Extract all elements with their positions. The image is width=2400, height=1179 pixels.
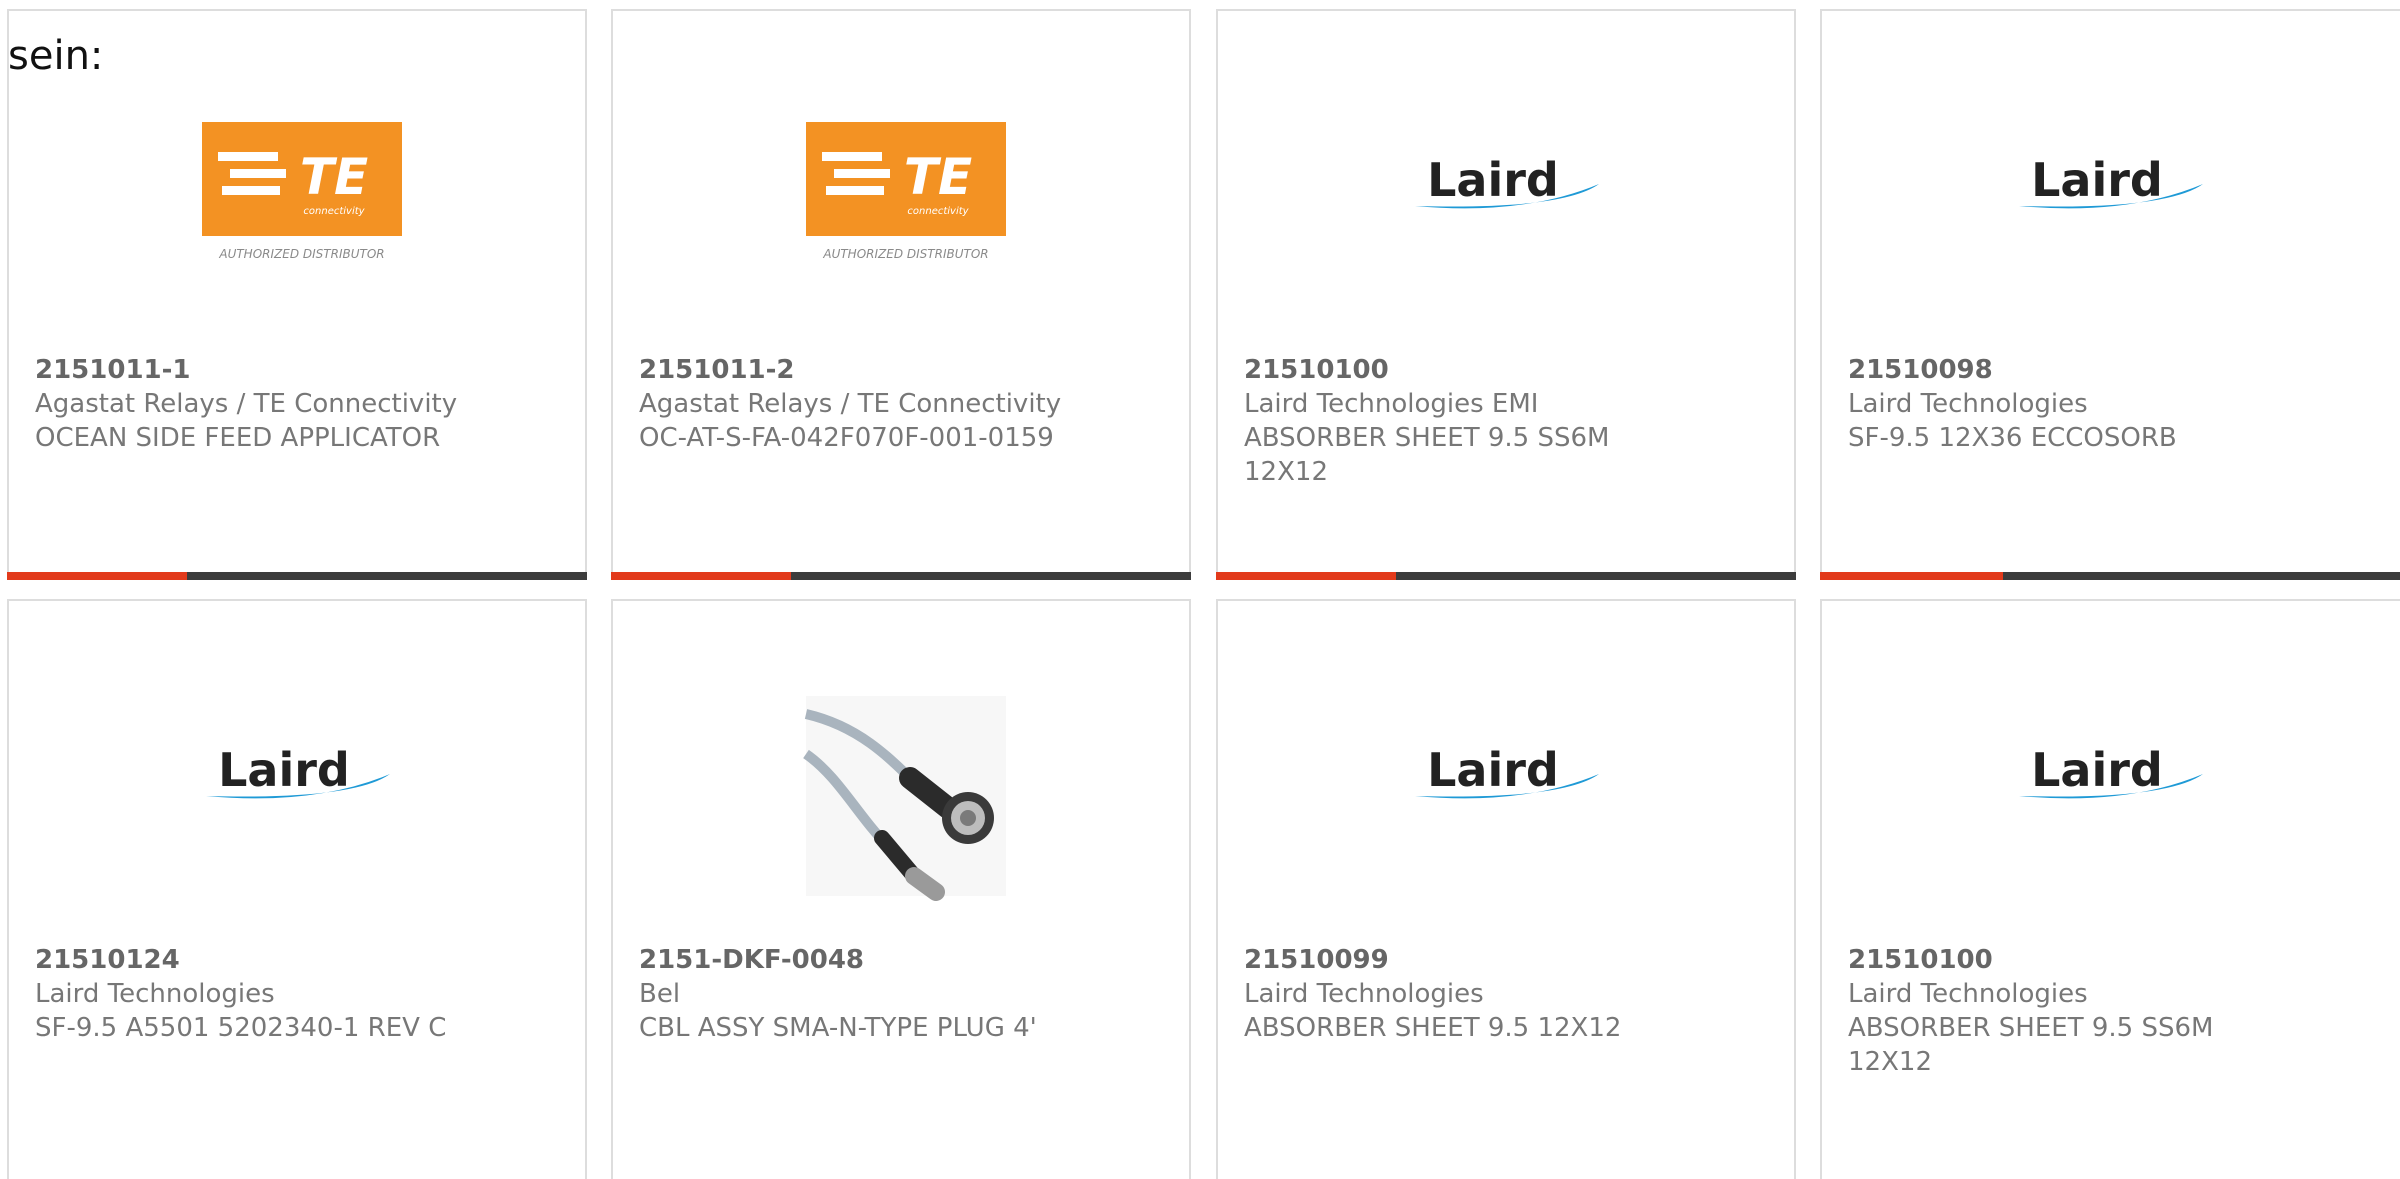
product-card[interactable]: 2151-DKF-0048 Bel CBL ASSY SMA-N-TYPE PL… [611,599,1191,1179]
te-logo-subtext: connectivity [303,206,365,217]
product-card[interactable]: TE connectivity AUTHORIZED DISTRIBUTOR 2… [611,9,1191,580]
te-connectivity-logo: TE connectivity AUTHORIZED DISTRIBUTOR [194,106,402,266]
progress-bar [7,572,587,580]
part-number-link[interactable]: 21510100 [1244,353,1609,387]
manufacturer: Agastat Relays / TE Connectivity [639,389,1062,419]
description: CBL ASSY SMA-N-TYPE PLUG 4' [639,1013,1037,1043]
te-logo-caption: AUTHORIZED DISTRIBUTOR [822,247,988,261]
laird-logo-text: Laird [1427,743,1559,797]
te-logo-text: TE [300,148,368,206]
manufacturer: Laird Technologies EMI [1244,389,1539,419]
laird-logo-text: Laird [1427,153,1559,207]
manufacturer: Laird Technologies [1848,979,2088,1009]
laird-logo: Laird [194,696,402,856]
product-card[interactable]: TE connectivity AUTHORIZED DISTRIBUTOR 2… [7,9,587,580]
part-number-link[interactable]: 2151011-2 [639,353,1061,387]
description: OCEAN SIDE FEED APPLICATOR [35,423,441,453]
progress-bar-fill [7,572,187,580]
part-number-link[interactable]: 21510098 [1848,353,2177,387]
cable-assembly-image [798,696,1006,901]
intro-text: sein: [8,33,104,79]
product-grid: TE connectivity AUTHORIZED DISTRIBUTOR 2… [7,9,2400,1179]
product-card[interactable]: Laird 21510100 Laird Technologies ABSORB… [1820,599,2400,1179]
description: SF-9.5 12X36 ECCOSORB [1848,423,2177,453]
description: OC-AT-S-FA-042F070F-001-0159 [639,423,1054,453]
part-number-link[interactable]: 21510124 [35,943,446,977]
laird-logo: Laird [1403,696,1611,856]
manufacturer: Laird Technologies [1244,979,1484,1009]
te-logo-caption: AUTHORIZED DISTRIBUTOR [218,247,384,261]
progress-bar-fill [1216,572,1396,580]
description: ABSORBER SHEET 9.5 12X12 [1244,1013,1622,1043]
manufacturer: Bel [639,979,681,1009]
laird-logo-text: Laird [2031,153,2163,207]
progress-bar-fill [1820,572,2003,580]
product-card[interactable]: Laird 21510124 Laird Technologies SF-9.5… [7,599,587,1179]
part-number-link[interactable]: 21510100 [1848,943,2213,977]
progress-bar-fill [611,572,791,580]
part-number-link[interactable]: 2151-DKF-0048 [639,943,1037,977]
product-card[interactable]: Laird 21510098 Laird Technologies SF-9.5… [1820,9,2400,580]
manufacturer: Laird Technologies [35,979,275,1009]
description: ABSORBER SHEET 9.5 SS6M 12X12 [1848,1013,2214,1077]
laird-logo-text: Laird [218,743,350,797]
laird-logo: Laird [1403,106,1611,266]
progress-bar [1216,572,1796,580]
laird-logo: Laird [2007,696,2215,856]
product-card[interactable]: Laird 21510099 Laird Technologies ABSORB… [1216,599,1796,1179]
product-card[interactable]: Laird 21510100 Laird Technologies EMI AB… [1216,9,1796,580]
description: SF-9.5 A5501 5202340-1 REV C [35,1013,447,1043]
description: ABSORBER SHEET 9.5 SS6M 12X12 [1244,423,1610,487]
part-number-link[interactable]: 2151011-1 [35,353,457,387]
laird-logo-text: Laird [2031,743,2163,797]
part-number-link[interactable]: 21510099 [1244,943,1621,977]
manufacturer: Agastat Relays / TE Connectivity [35,389,458,419]
te-connectivity-logo: TE connectivity AUTHORIZED DISTRIBUTOR [798,106,1006,266]
te-logo-subtext: connectivity [907,206,969,217]
laird-logo: Laird [2007,106,2215,266]
progress-bar [611,572,1191,580]
manufacturer: Laird Technologies [1848,389,2088,419]
progress-bar [1820,572,2400,580]
te-logo-text: TE [904,148,972,206]
